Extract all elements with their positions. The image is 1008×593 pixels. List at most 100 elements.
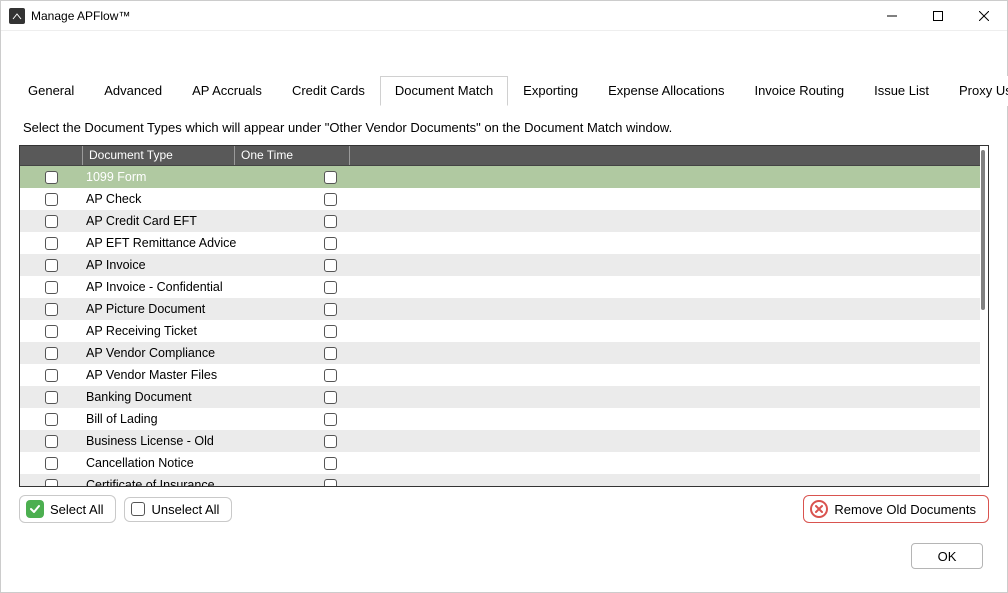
table-row[interactable]: AP Invoice - Confidential (20, 276, 980, 298)
one-time-cell (324, 259, 384, 272)
row-select-checkbox[interactable] (45, 259, 58, 272)
check-icon (26, 500, 44, 518)
tab-issue-list[interactable]: Issue List (859, 76, 944, 106)
tab-ap-accruals[interactable]: AP Accruals (177, 76, 277, 106)
unselect-all-button[interactable]: Unselect All (124, 497, 232, 522)
document-type-cell: Certificate of Insurance (82, 478, 324, 486)
maximize-button[interactable] (915, 1, 961, 31)
header-one-time[interactable]: One Time Attachment (234, 146, 349, 165)
table-row[interactable]: Business License - Old (20, 430, 980, 452)
scrollbar-thumb[interactable] (981, 150, 985, 310)
table-row[interactable]: AP Vendor Master Files (20, 364, 980, 386)
table-row[interactable]: Banking Document (20, 386, 980, 408)
row-select-checkbox[interactable] (45, 303, 58, 316)
row-select-cell (20, 391, 82, 404)
table-row[interactable]: 1099 Form (20, 166, 980, 188)
table-row[interactable]: AP EFT Remittance Advice (20, 232, 980, 254)
document-type-cell: AP Check (82, 192, 324, 206)
one-time-checkbox[interactable] (324, 457, 337, 470)
row-select-checkbox[interactable] (45, 435, 58, 448)
row-select-cell (20, 325, 82, 338)
row-select-checkbox[interactable] (45, 347, 58, 360)
document-type-cell: AP Receiving Ticket (82, 324, 324, 338)
row-select-checkbox[interactable] (45, 193, 58, 206)
tab-expense-allocations[interactable]: Expense Allocations (593, 76, 739, 106)
ok-button[interactable]: OK (911, 543, 983, 569)
row-select-checkbox[interactable] (45, 413, 58, 426)
grid-scrollbar[interactable] (980, 150, 986, 482)
one-time-checkbox[interactable] (324, 259, 337, 272)
tab-label: Advanced (104, 83, 162, 98)
one-time-cell (324, 171, 384, 184)
select-all-button[interactable]: Select All (19, 495, 116, 523)
document-type-cell: AP Invoice - Confidential (82, 280, 324, 294)
row-select-checkbox[interactable] (45, 325, 58, 338)
tab-label: Proxy Users (959, 83, 1008, 98)
tab-exporting[interactable]: Exporting (508, 76, 593, 106)
close-button[interactable] (961, 1, 1007, 31)
one-time-checkbox[interactable] (324, 479, 337, 487)
header-select-col[interactable] (20, 146, 82, 165)
table-row[interactable]: AP Check (20, 188, 980, 210)
one-time-checkbox[interactable] (324, 369, 337, 382)
header-document-type[interactable]: Document Type (82, 146, 234, 165)
header-spacer (349, 146, 980, 165)
row-select-cell (20, 281, 82, 294)
row-select-cell (20, 303, 82, 316)
row-select-checkbox[interactable] (45, 215, 58, 228)
row-select-checkbox[interactable] (45, 479, 58, 487)
row-select-checkbox[interactable] (45, 391, 58, 404)
document-type-cell: AP Invoice (82, 258, 324, 272)
ok-label: OK (938, 549, 957, 564)
select-all-label: Select All (50, 502, 103, 517)
one-time-checkbox[interactable] (324, 391, 337, 404)
dialog-buttons-row: OK (13, 543, 983, 569)
tab-invoice-routing[interactable]: Invoice Routing (739, 76, 859, 106)
title-bar: Manage APFlow™ (1, 1, 1007, 31)
remove-old-documents-button[interactable]: Remove Old Documents (803, 495, 989, 523)
one-time-checkbox[interactable] (324, 435, 337, 448)
row-select-cell (20, 413, 82, 426)
one-time-checkbox[interactable] (324, 413, 337, 426)
row-select-cell (20, 479, 82, 487)
row-select-checkbox[interactable] (45, 171, 58, 184)
one-time-cell (324, 193, 384, 206)
one-time-checkbox[interactable] (324, 215, 337, 228)
document-type-cell: Cancellation Notice (82, 456, 324, 470)
table-row[interactable]: AP Vendor Compliance (20, 342, 980, 364)
row-select-checkbox[interactable] (45, 369, 58, 382)
document-type-cell: Bill of Lading (82, 412, 324, 426)
one-time-checkbox[interactable] (324, 347, 337, 360)
document-type-cell: Banking Document (82, 390, 324, 404)
one-time-checkbox[interactable] (324, 171, 337, 184)
row-select-checkbox[interactable] (45, 281, 58, 294)
tab-credit-cards[interactable]: Credit Cards (277, 76, 380, 106)
table-row[interactable]: AP Receiving Ticket (20, 320, 980, 342)
row-select-cell (20, 237, 82, 250)
tab-general[interactable]: General (13, 76, 89, 106)
tab-label: General (28, 83, 74, 98)
one-time-checkbox[interactable] (324, 325, 337, 338)
one-time-checkbox[interactable] (324, 281, 337, 294)
table-row[interactable]: Certificate of Insurance (20, 474, 980, 486)
one-time-cell (324, 215, 384, 228)
document-type-cell: AP EFT Remittance Advice (82, 236, 324, 250)
one-time-checkbox[interactable] (324, 193, 337, 206)
minimize-button[interactable] (869, 1, 915, 31)
one-time-checkbox[interactable] (324, 237, 337, 250)
table-row[interactable]: Cancellation Notice (20, 452, 980, 474)
table-row[interactable]: AP Picture Document (20, 298, 980, 320)
grid-buttons-row: Select All Unselect All Remove Old Docum… (19, 495, 989, 523)
table-row[interactable]: AP Invoice (20, 254, 980, 276)
row-select-checkbox[interactable] (45, 237, 58, 250)
one-time-checkbox[interactable] (324, 303, 337, 316)
table-row[interactable]: Bill of Lading (20, 408, 980, 430)
tab-document-match[interactable]: Document Match (380, 76, 508, 106)
tab-advanced[interactable]: Advanced (89, 76, 177, 106)
app-icon (9, 8, 25, 24)
tab-proxy-users[interactable]: Proxy Users (944, 76, 1008, 106)
row-select-cell (20, 457, 82, 470)
table-row[interactable]: AP Credit Card EFT (20, 210, 980, 232)
row-select-checkbox[interactable] (45, 457, 58, 470)
remove-old-label: Remove Old Documents (834, 502, 976, 517)
